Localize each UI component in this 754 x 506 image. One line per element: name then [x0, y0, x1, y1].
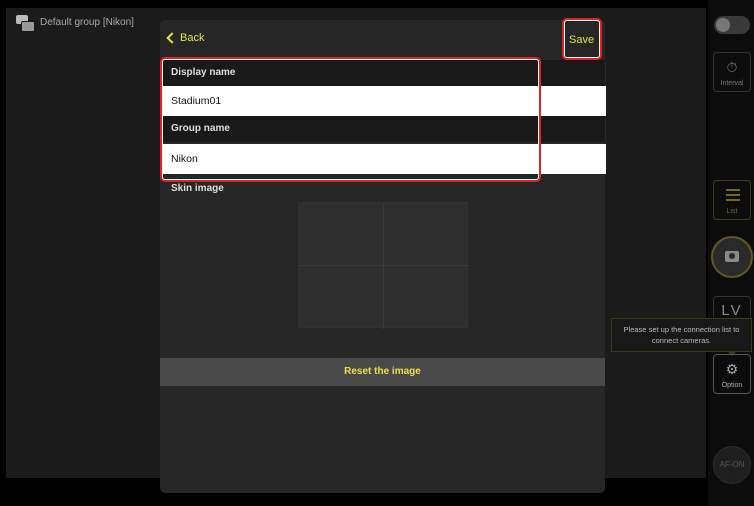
interval-button[interactable]: ⏱ Interval	[713, 52, 751, 92]
option-button[interactable]: ⚙ Option	[713, 354, 751, 394]
list-label: List	[726, 208, 738, 215]
screen: Default group [Nikon] ⏱ Interval List LV…	[0, 0, 754, 506]
skin-image-label: Skin image	[171, 183, 224, 194]
group-title: Default group [Nikon]	[40, 16, 134, 28]
skin-image-preview[interactable]	[298, 202, 469, 329]
save-highlight-box	[562, 18, 602, 60]
camera-group-icon	[14, 12, 35, 32]
group-header[interactable]: Default group [Nikon]	[14, 12, 134, 32]
af-on-button[interactable]: AF-ON	[713, 446, 751, 484]
interval-timer-icon: ⏱	[726, 59, 738, 75]
list-icon	[726, 189, 740, 204]
tooltip-line-2: connect cameras.	[651, 336, 712, 345]
option-label: Option	[721, 382, 743, 389]
back-button[interactable]: Back	[166, 32, 205, 44]
reset-image-button[interactable]: Reset the image	[160, 358, 605, 386]
tooltip-line-1: Please set up the connection list to	[623, 325, 740, 334]
list-button[interactable]: List	[713, 180, 751, 220]
mode-toggle[interactable]	[714, 16, 750, 34]
gear-icon: ⚙	[725, 361, 739, 377]
fields-highlight-box	[160, 57, 541, 182]
shutter-button[interactable]	[711, 236, 753, 278]
connection-tooltip: Please set up the connection list to con…	[611, 318, 752, 352]
interval-label: Interval	[720, 80, 744, 87]
lv-label: LV	[721, 302, 743, 319]
dialog-header: Back Save	[160, 20, 605, 58]
back-label: Back	[180, 32, 205, 44]
chevron-left-icon	[166, 32, 178, 44]
